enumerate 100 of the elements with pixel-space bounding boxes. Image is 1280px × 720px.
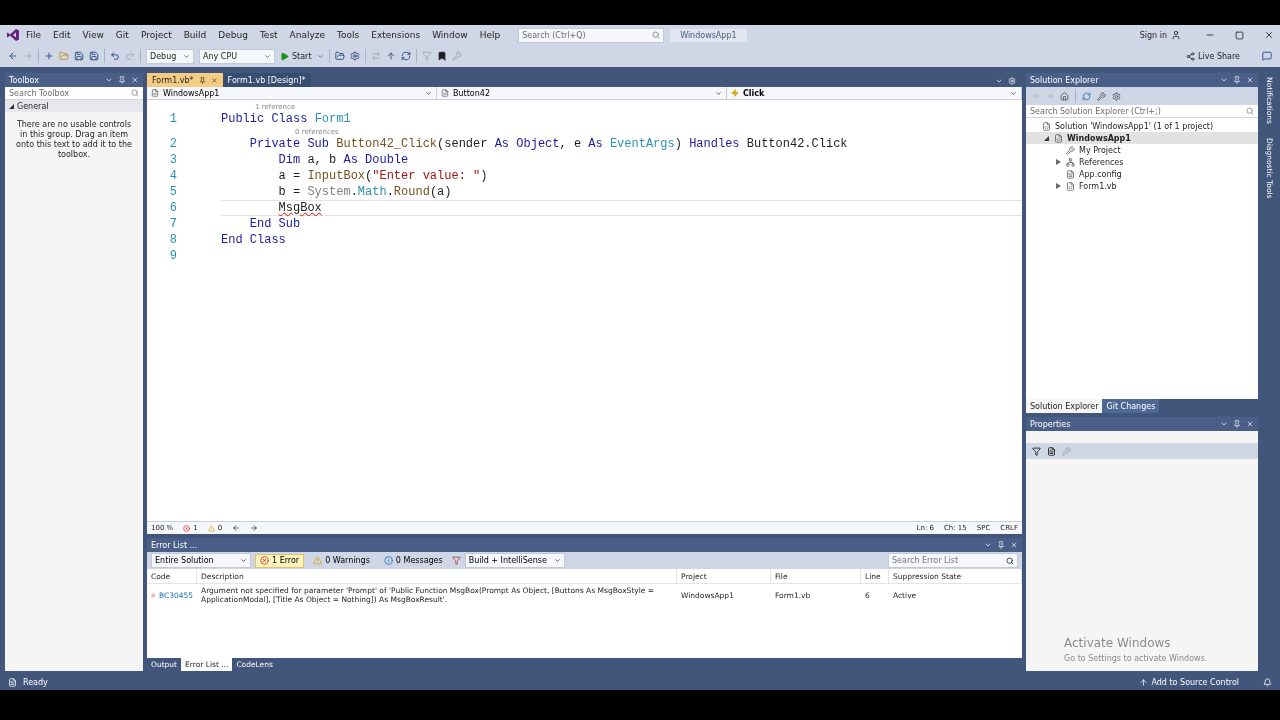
dropdown-icon[interactable] — [1220, 420, 1228, 428]
refresh-icon[interactable] — [400, 51, 411, 61]
home-icon[interactable] — [1060, 91, 1069, 101]
caret-icon — [715, 89, 722, 97]
document-tab[interactable]: Form1.vb* — [147, 73, 223, 87]
collapsed-icon[interactable] — [1055, 157, 1061, 167]
menu-item[interactable]: Tools — [331, 30, 366, 40]
folder-icon[interactable] — [334, 51, 345, 61]
pin-icon[interactable] — [1233, 76, 1241, 84]
configuration-dropdown[interactable]: Debug — [146, 48, 194, 64]
dropdown-icon[interactable] — [984, 541, 992, 549]
status-text: Ready — [23, 677, 48, 687]
menu-item[interactable]: View — [76, 30, 110, 40]
close-icon[interactable] — [131, 76, 139, 84]
code-line: End Sub — [248, 217, 301, 231]
caret-icon — [183, 52, 190, 60]
caret-icon[interactable] — [316, 52, 324, 60]
back-icon[interactable] — [232, 524, 241, 532]
code-line: Public Class Form1 — [221, 112, 351, 126]
bookmark-icon[interactable] — [436, 51, 447, 61]
menu-item[interactable]: Build — [177, 30, 213, 40]
caret-icon — [425, 89, 432, 97]
wrench-icon — [1066, 145, 1075, 155]
save-icon[interactable] — [74, 51, 84, 61]
navigation-dropdown[interactable]: WindowsApp1 — [147, 87, 437, 99]
search-icon — [131, 89, 139, 97]
code-line: End Class — [221, 233, 286, 247]
forward-icon[interactable] — [250, 524, 259, 532]
toolbox-group[interactable]: General — [5, 100, 143, 112]
line-number: 9 — [168, 249, 177, 263]
feedback-icon[interactable] — [1262, 51, 1272, 61]
pin-icon[interactable] — [198, 76, 206, 84]
play-icon — [280, 51, 289, 61]
new-item-icon[interactable] — [44, 51, 54, 61]
menu-item[interactable]: Edit — [47, 30, 77, 40]
close-icon[interactable] — [210, 76, 218, 84]
live-share-button[interactable]: Live Share — [1186, 51, 1240, 61]
user-icon[interactable] — [1171, 30, 1181, 40]
menu-item[interactable]: Window — [426, 30, 474, 40]
source-control-button[interactable]: Add to Source Control — [1139, 677, 1239, 687]
close-icon[interactable] — [1246, 420, 1254, 428]
pin-icon[interactable] — [118, 76, 126, 84]
collapsed-icon[interactable] — [1055, 181, 1061, 191]
dropdown-icon[interactable] — [105, 76, 113, 84]
close-icon[interactable] — [1264, 30, 1274, 40]
navigation-dropdown[interactable]: Click — [727, 87, 1022, 99]
sign-in-link[interactable]: Sign in — [1139, 30, 1167, 40]
close-icon[interactable] — [1010, 541, 1018, 549]
pin-icon[interactable] — [1233, 420, 1241, 428]
pin-icon[interactable] — [997, 541, 1005, 549]
start-button[interactable]: Start — [280, 51, 312, 61]
warning-icon — [313, 556, 323, 565]
line-number: 7 — [168, 217, 177, 231]
menu-item[interactable]: Analyze — [283, 30, 332, 40]
code-line: MsgBox — [277, 201, 322, 215]
gear-icon[interactable] — [1112, 91, 1121, 101]
tree-item[interactable]: My Project — [1026, 144, 1258, 156]
bell-icon[interactable] — [1263, 677, 1272, 687]
menu-item[interactable]: Debug — [212, 30, 254, 40]
project-icon — [151, 89, 159, 97]
close-icon[interactable] — [1246, 76, 1254, 84]
filter-toggle[interactable]: 0 Warnings — [308, 553, 375, 568]
step-out-icon[interactable] — [385, 51, 396, 61]
filter-icon[interactable] — [451, 556, 461, 565]
search-field[interactable]: Search Toolbox — [5, 87, 143, 100]
filter-toggle[interactable]: 0 Messages — [378, 553, 448, 568]
search-field[interactable]: Search (Ctrl+Q) — [518, 27, 665, 43]
tree-item[interactable]: Solution 'WindowsApp1' (1 of 1 project) — [1026, 120, 1258, 132]
source-dropdown[interactable]: Build + IntelliSense — [464, 553, 565, 568]
tree-item[interactable]: Form1.vb — [1026, 180, 1258, 192]
tree-item[interactable]: WindowsApp1 — [1026, 132, 1258, 144]
platform-dropdown[interactable]: Any CPU — [199, 48, 275, 64]
navigation-dropdown[interactable]: Button42 — [437, 87, 727, 99]
app-logo-icon — [6, 28, 20, 42]
menu-item[interactable]: Help — [473, 30, 507, 40]
menu-item[interactable]: Project — [134, 30, 178, 40]
menu-item[interactable]: Git — [109, 30, 135, 40]
tree-item[interactable]: References — [1026, 156, 1258, 168]
dropdown-icon[interactable] — [1220, 76, 1228, 84]
search-field[interactable]: Search Error List — [888, 553, 1018, 568]
search-field[interactable]: Search Solution Explorer (Ctrl+;) — [1026, 105, 1258, 118]
empty-message: There are no usable controls in this group. Drag an item onto this text to add it to the toolbox. — [15, 119, 133, 161]
wrench-icon[interactable] — [1097, 91, 1106, 101]
menu-item[interactable]: Extensions — [365, 30, 427, 40]
document-tab[interactable]: Form1.vb [Design]* — [222, 73, 311, 87]
panel-tab[interactable]: Git Changes — [1102, 399, 1160, 413]
scope-dropdown[interactable]: Entire Solution — [151, 553, 251, 568]
tree-item[interactable]: App.config — [1026, 168, 1258, 180]
filter-toggle[interactable]: 1 Error — [255, 553, 305, 568]
menu-item[interactable]: Test — [253, 30, 284, 40]
refresh-icon[interactable] — [1082, 91, 1091, 101]
back-icon[interactable] — [8, 51, 18, 61]
line-number: 2 — [168, 137, 177, 151]
dropdown-icon[interactable] — [995, 77, 1003, 85]
maximize-icon[interactable] — [1235, 30, 1244, 40]
menu-item[interactable]: File — [20, 30, 48, 40]
gear-icon[interactable] — [349, 51, 360, 61]
save-all-icon[interactable] — [89, 51, 99, 61]
undo-icon[interactable] — [110, 51, 120, 61]
panel-tab[interactable]: Solution Explorer — [1026, 399, 1103, 413]
